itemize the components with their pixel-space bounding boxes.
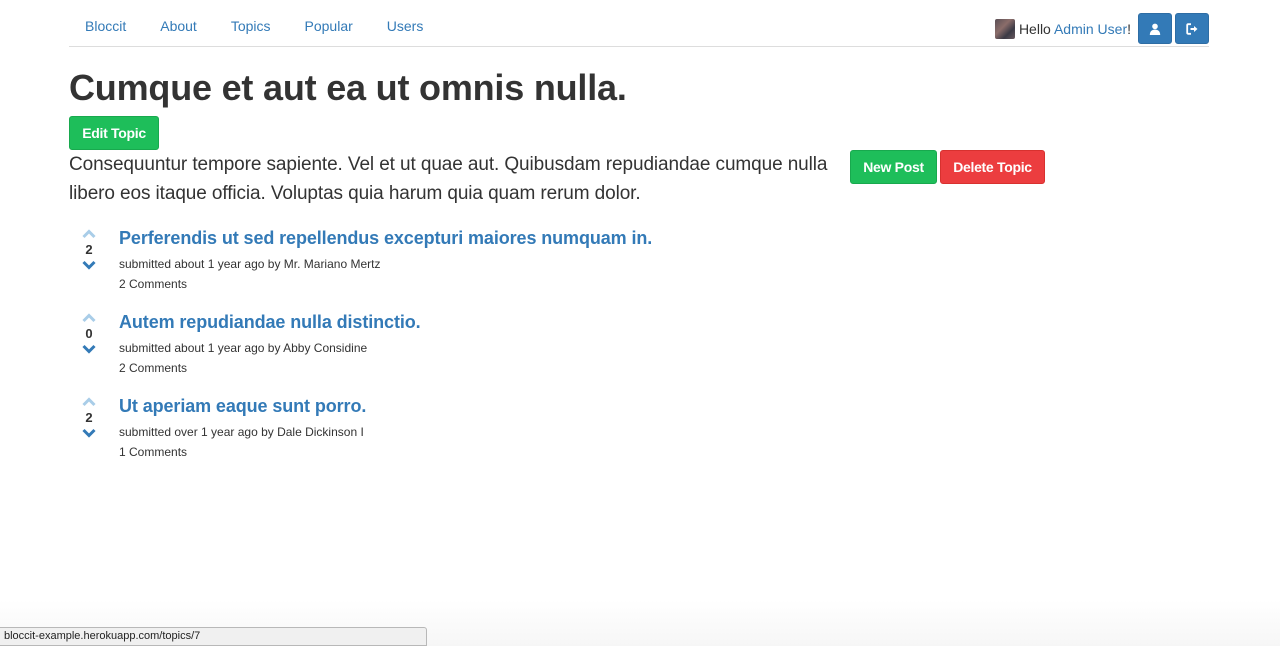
post-body: Perferendis ut sed repellendus excepturi… — [119, 225, 652, 294]
user-area: Hello Admin User! — [994, 13, 1209, 44]
chevron-down-icon[interactable] — [82, 260, 96, 270]
post-item: 2 Ut aperiam eaque sunt porro. submitted… — [69, 393, 969, 477]
vote-count: 0 — [85, 326, 93, 341]
nav-link-users[interactable]: Users — [370, 0, 441, 46]
greeting-prefix: Hello — [1018, 20, 1054, 37]
page-title: Cumque et aut ea ut omnis nulla. — [69, 67, 627, 108]
post-body: Autem repudiandae nulla distinctio. subm… — [119, 309, 421, 378]
chevron-up-icon[interactable] — [82, 313, 96, 323]
edit-topic-button[interactable]: Edit Topic — [69, 116, 159, 150]
post-comments-count: 2 Comments — [119, 361, 188, 375]
browser-status-bar: bloccit-example.herokuapp.com/topics/7 — [0, 627, 427, 646]
delete-topic-button[interactable]: Delete Topic — [940, 150, 1045, 184]
chevron-down-icon[interactable] — [82, 344, 96, 354]
chevron-up-icon[interactable] — [82, 229, 96, 239]
post-meta: submitted over 1 year ago by Dale Dickin… — [119, 425, 364, 439]
top-nav: Bloccit About Topics Popular Users Hello… — [69, 0, 1209, 47]
nav-link-topics[interactable]: Topics — [214, 0, 288, 46]
vote-widget: 2 — [79, 397, 99, 438]
nav-link-popular[interactable]: Popular — [288, 0, 370, 46]
avatar — [994, 18, 1015, 39]
sign-out-button[interactable] — [1175, 13, 1209, 44]
vote-widget: 0 — [79, 313, 99, 354]
profile-button[interactable] — [1138, 13, 1172, 44]
nav-link-bloccit[interactable]: Bloccit — [69, 0, 143, 46]
post-meta: submitted about 1 year ago by Abby Consi… — [119, 341, 368, 355]
page-container: Bloccit About Topics Popular Users Hello… — [69, 0, 1209, 459]
user-name-link[interactable]: Admin User — [1054, 21, 1127, 37]
post-item: 0 Autem repudiandae nulla distinctio. su… — [69, 309, 969, 393]
user-icon — [1149, 23, 1161, 35]
post-comments-count: 1 Comments — [119, 445, 188, 459]
topic-description: Consequuntur tempore sapiente. Vel et ut… — [69, 154, 828, 204]
post-comments-count: 2 Comments — [119, 277, 188, 291]
post-item: 2 Perferendis ut sed repellendus exceptu… — [69, 225, 969, 309]
vote-count: 2 — [85, 242, 93, 257]
sign-out-icon — [1185, 22, 1197, 35]
chevron-up-icon[interactable] — [82, 397, 96, 407]
vote-widget: 2 — [79, 229, 99, 270]
post-body: Ut aperiam eaque sunt porro. submitted o… — [119, 393, 366, 462]
post-title-link[interactable]: Autem repudiandae nulla distinctio. — [119, 309, 421, 335]
nav-links: Bloccit About Topics Popular Users — [69, 0, 440, 46]
post-meta: submitted about 1 year ago by Mr. Marian… — [119, 257, 381, 271]
post-title-link[interactable]: Ut aperiam eaque sunt porro. — [119, 393, 366, 419]
nav-link-about[interactable]: About — [143, 0, 214, 46]
post-title-link[interactable]: Perferendis ut sed repellendus excepturi… — [119, 225, 652, 251]
new-post-button[interactable]: New Post — [850, 150, 937, 184]
chevron-down-icon[interactable] — [82, 428, 96, 438]
post-list: 2 Perferendis ut sed repellendus exceptu… — [69, 225, 969, 477]
greeting: Hello Admin User! — [1019, 21, 1131, 37]
greeting-suffix: ! — [1127, 20, 1131, 37]
vote-count: 2 — [85, 410, 93, 425]
